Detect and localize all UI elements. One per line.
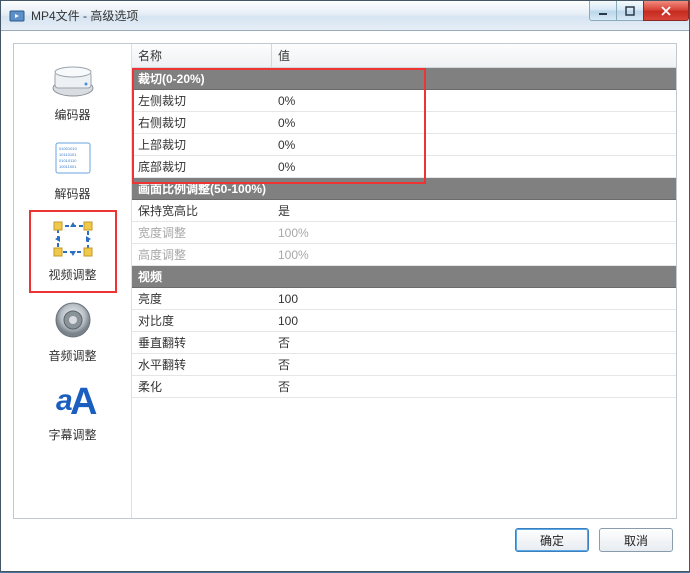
row-value: 0% [272,160,676,174]
app-icon [9,8,25,24]
sidebar-item-label: 解码器 [29,185,117,202]
table-row[interactable]: 底部裁切0% [132,156,676,178]
video-adjust-icon [48,218,98,260]
row-value: 100% [272,248,676,262]
audio-adjust-icon [48,299,98,341]
titlebar: MP4文件 - 高级选项 [1,1,689,31]
svg-text:10011001: 10011001 [59,164,77,169]
svg-text:01001010: 01001010 [59,146,78,151]
row-value: 100 [272,314,676,328]
table-row: 宽度调整100% [132,222,676,244]
row-name: 高度调整 [132,246,272,263]
row-value: 是 [272,202,676,219]
table-row[interactable]: 右侧裁切0% [132,112,676,134]
header-name: 名称 [132,44,272,67]
section-header-aspect: 画面比例调整(50-100%) [132,178,676,200]
row-name: 柔化 [132,378,272,395]
row-name: 底部裁切 [132,158,272,175]
footer: 确定 取消 [13,519,677,561]
sidebar-item-encoder[interactable]: 编码器 [29,52,117,131]
row-value: 100 [272,292,676,306]
table-row[interactable]: 上部裁切0% [132,134,676,156]
row-value: 否 [272,378,676,395]
svg-text:01010110: 01010110 [59,158,77,163]
window: MP4文件 - 高级选项 编码器 01001010101101010101011… [0,0,690,572]
row-value: 否 [272,356,676,373]
decoder-icon: 01001010101101010101011010011001 [48,137,98,179]
row-name: 宽度调整 [132,224,272,241]
row-name: 水平翻转 [132,356,272,373]
client-area: 编码器 01001010101101010101011010011001 解码器… [1,31,689,573]
minimize-button[interactable] [589,1,617,21]
table-row[interactable]: 柔化否 [132,376,676,398]
svg-text:10110101: 10110101 [59,152,77,157]
row-value: 100% [272,226,676,240]
ok-button[interactable]: 确定 [515,528,589,552]
maximize-button[interactable] [616,1,644,21]
sidebar-item-label: 编码器 [29,106,117,123]
row-value: 0% [272,138,676,152]
window-buttons [589,1,689,21]
table-row[interactable]: 亮度100 [132,288,676,310]
table-row[interactable]: 保持宽高比是 [132,200,676,222]
row-name: 对比度 [132,312,272,329]
row-value: 否 [272,334,676,351]
table-row[interactable]: 对比度100 [132,310,676,332]
table-row[interactable]: 左侧裁切0% [132,90,676,112]
row-name: 右侧裁切 [132,114,272,131]
sidebar-item-label: 音频调整 [29,347,117,364]
row-name: 上部裁切 [132,136,272,153]
sidebar-item-label: 字幕调整 [29,426,117,443]
content-frame: 编码器 01001010101101010101011010011001 解码器… [13,43,677,519]
row-name: 垂直翻转 [132,334,272,351]
table-header: 名称 值 [132,44,676,68]
header-value: 值 [272,44,676,67]
row-value: 0% [272,116,676,130]
table-row: 高度调整100% [132,244,676,266]
close-button[interactable] [643,1,689,21]
table-body[interactable]: 裁切(0-20%) 左侧裁切0% 右侧裁切0% 上部裁切0% 底部裁切0% 画面… [132,68,676,518]
main-panel: 名称 值 裁切(0-20%) 左侧裁切0% 右侧裁切0% 上部裁切0% 底部裁切… [132,44,676,518]
sidebar-item-decoder[interactable]: 01001010101101010101011010011001 解码器 [29,131,117,210]
subtitle-adjust-icon: aA [48,378,98,420]
table-row[interactable]: 垂直翻转否 [132,332,676,354]
sidebar-item-label: 视频调整 [31,266,115,283]
sidebar-item-video-adjust[interactable]: 视频调整 [29,210,117,293]
sidebar-item-audio-adjust[interactable]: 音频调整 [29,293,117,372]
sidebar: 编码器 01001010101101010101011010011001 解码器… [14,44,132,518]
svg-text:A: A [70,381,97,420]
encoder-icon [48,58,98,100]
row-name: 保持宽高比 [132,202,272,219]
row-value: 0% [272,94,676,108]
sidebar-item-subtitle-adjust[interactable]: aA 字幕调整 [29,372,117,451]
section-header-video: 视频 [132,266,676,288]
row-name: 亮度 [132,290,272,307]
table-row[interactable]: 水平翻转否 [132,354,676,376]
cancel-button[interactable]: 取消 [599,528,673,552]
section-header-crop: 裁切(0-20%) [132,68,676,90]
row-name: 左侧裁切 [132,92,272,109]
